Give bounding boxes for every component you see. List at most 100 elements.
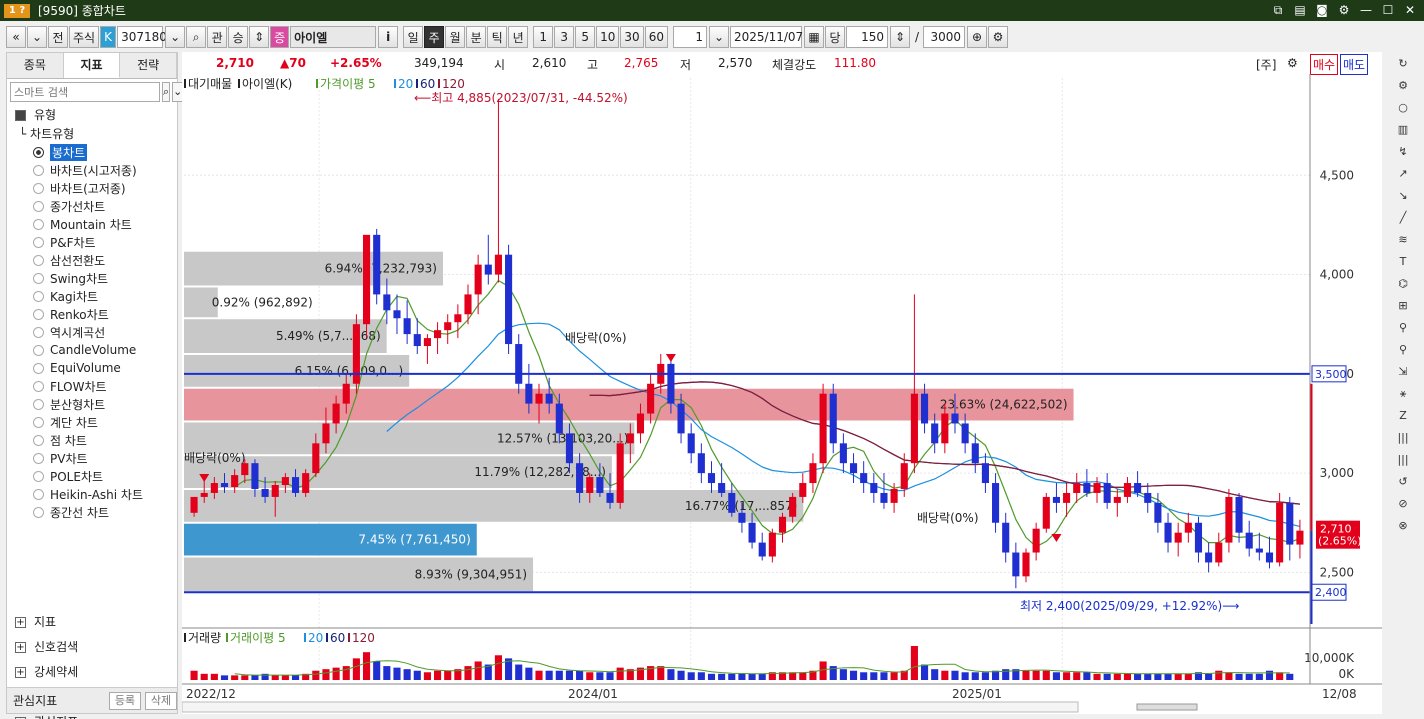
plus-icon[interactable]: + [15, 617, 26, 628]
interval-button[interactable]: 3 [554, 26, 575, 48]
drawing-tool-icon[interactable]: ⚲ [1393, 318, 1413, 338]
chart-type-item[interactable]: 봉차트 [7, 143, 177, 161]
chart-type-item[interactable]: 점 차트 [7, 431, 177, 449]
weekly-button[interactable]: [주] [1256, 56, 1276, 73]
radio-icon[interactable] [33, 308, 44, 320]
interval-value-input[interactable]: 1 [672, 26, 707, 48]
market-select[interactable]: 주식 [69, 26, 100, 48]
stock-code-input[interactable]: 307180 [117, 26, 167, 48]
chart-type-item[interactable]: 바차트(고저종) [7, 179, 177, 197]
info-button[interactable]: i [378, 26, 399, 48]
interval-button[interactable]: 60 [644, 26, 668, 48]
left-tab[interactable]: 전략 [120, 53, 178, 78]
radio-icon[interactable] [33, 272, 44, 284]
interval-dropdown-icon[interactable]: ⌄ [708, 26, 729, 48]
chart-type-item[interactable]: Heikin-Ashi 차트 [7, 485, 177, 503]
radio-icon[interactable] [33, 254, 44, 266]
chart-type-item[interactable]: Renko차트 [7, 305, 177, 323]
register-button[interactable]: 등록 [109, 691, 141, 710]
radio-icon[interactable] [33, 218, 44, 230]
radio-icon[interactable] [33, 416, 44, 428]
window-control-1[interactable]: ▤ [1292, 2, 1308, 18]
chart-type-item[interactable]: 삼선전환도 [7, 251, 177, 269]
chart-area[interactable]: 2,710 ▲70 +2.65% 349,194 시 2,610 고 2,765… [182, 52, 1382, 714]
sell-button[interactable]: 매도 [1340, 54, 1369, 75]
search-icon[interactable]: ⌕ [186, 26, 207, 48]
drawing-tool-icon[interactable]: ⇲ [1393, 362, 1413, 382]
interval-button[interactable]: 5 [575, 26, 596, 48]
delete-button[interactable]: 삭제 [145, 691, 177, 710]
window-control-5[interactable]: ☐ [1380, 2, 1396, 18]
gear-icon[interactable]: ⚙ [1287, 56, 1298, 70]
window-control-3[interactable]: ⚙ [1336, 2, 1352, 18]
smart-search-input[interactable] [10, 82, 160, 102]
chart-type-item[interactable]: 바차트(시고저종) [7, 161, 177, 179]
window-control-6[interactable]: ✕ [1402, 2, 1418, 18]
plus-icon[interactable]: + [15, 642, 26, 653]
drawing-tool-icon[interactable]: ⊗ [1393, 516, 1413, 536]
left-tab[interactable]: 종목 [7, 53, 64, 78]
window-control-0[interactable]: ⧉ [1270, 2, 1286, 18]
gear-icon[interactable]: ⚙ [988, 26, 1009, 48]
drawing-tool-icon[interactable]: ⚲ [1393, 340, 1413, 360]
chart-type-item[interactable]: 역시계곡선 [7, 323, 177, 341]
all-button[interactable]: 전 [48, 26, 68, 48]
k-badge-icon[interactable]: K [100, 26, 117, 48]
zoom-slider[interactable] [1136, 703, 1198, 711]
zoom-icon[interactable]: ⊕ [967, 26, 988, 48]
radio-icon[interactable] [33, 488, 44, 500]
total-input[interactable]: 3000 [923, 26, 966, 48]
price-chart[interactable]: 대기매물 아이엘(K) 가격이평 5 20 60 120 2,500 3,000 3,500 4,… [182, 74, 1382, 714]
code-dropdown-icon[interactable]: ⌄ [165, 26, 186, 48]
drawing-tool-icon[interactable]: ↗ [1393, 164, 1413, 184]
period-tab[interactable]: 틱 [487, 26, 508, 48]
chart-type-item[interactable]: 계단 차트 [7, 413, 177, 431]
window-badge[interactable]: 1 ? [4, 3, 30, 18]
chart-type-item[interactable]: POLE차트 [7, 467, 177, 485]
chart-type-item[interactable]: 종간선 차트 [7, 503, 177, 521]
ascend-button[interactable]: 승 [228, 26, 249, 48]
interval-button[interactable]: 1 [533, 26, 554, 48]
radio-icon[interactable] [33, 290, 44, 302]
drawing-tool-icon[interactable]: ||| [1393, 428, 1413, 448]
plus-icon[interactable]: + [15, 667, 26, 678]
radio-icon[interactable] [33, 380, 44, 392]
search-icon[interactable]: ⌕ [162, 82, 171, 102]
drawing-tool-icon[interactable]: ⊞ [1393, 296, 1413, 316]
period-tab[interactable]: 년 [508, 26, 529, 48]
buy-button[interactable]: 매수 [1310, 54, 1339, 75]
radio-icon[interactable] [33, 470, 44, 482]
left-tab[interactable]: 지표 [63, 53, 121, 78]
drawing-tool-icon[interactable]: Z [1393, 406, 1413, 426]
chart-type-item[interactable]: Kagi차트 [7, 287, 177, 305]
watch-button[interactable]: 관 [207, 26, 228, 48]
nav-down-button[interactable]: ⌄ [27, 26, 47, 48]
drawing-tool-icon[interactable]: ▥ [1393, 120, 1413, 140]
chart-type-item[interactable]: EquiVolume [7, 359, 177, 377]
period-tab[interactable]: 분 [466, 26, 487, 48]
radio-icon[interactable] [33, 200, 44, 212]
drawing-tool-icon[interactable]: ⚹ [1393, 384, 1413, 404]
period-tab[interactable]: 월 [445, 26, 466, 48]
chart-type-item[interactable]: Mountain 차트 [7, 215, 177, 233]
drawing-tool-icon[interactable]: ↘ [1393, 186, 1413, 206]
radio-icon[interactable] [33, 164, 44, 176]
drawing-tool-icon[interactable]: ↯ [1393, 142, 1413, 162]
radio-icon[interactable] [33, 362, 44, 374]
drawing-tool-icon[interactable]: ↺ [1393, 472, 1413, 492]
left-section[interactable]: + 강세약세 [7, 660, 177, 685]
drawing-tool-icon[interactable]: ╱ [1393, 208, 1413, 228]
drawing-tool-icon[interactable]: ↻ [1393, 54, 1413, 74]
interval-button[interactable]: 30 [620, 26, 644, 48]
dang-button[interactable]: 당 [824, 26, 845, 48]
chart-type-item[interactable]: P&F차트 [7, 233, 177, 251]
count-input[interactable]: 150 [845, 26, 888, 48]
count-spin-icon[interactable]: ⇕ [889, 26, 910, 48]
calendar-icon[interactable]: ▦ [803, 26, 824, 48]
interval-button[interactable]: 10 [596, 26, 620, 48]
date-input[interactable]: 2025/11/07 [729, 26, 803, 48]
radio-icon[interactable] [33, 344, 44, 356]
radio-icon[interactable] [33, 182, 44, 194]
chart-type-item[interactable]: FLOW차트 [7, 377, 177, 395]
drawing-tool-icon[interactable]: ⚙ [1393, 76, 1413, 96]
